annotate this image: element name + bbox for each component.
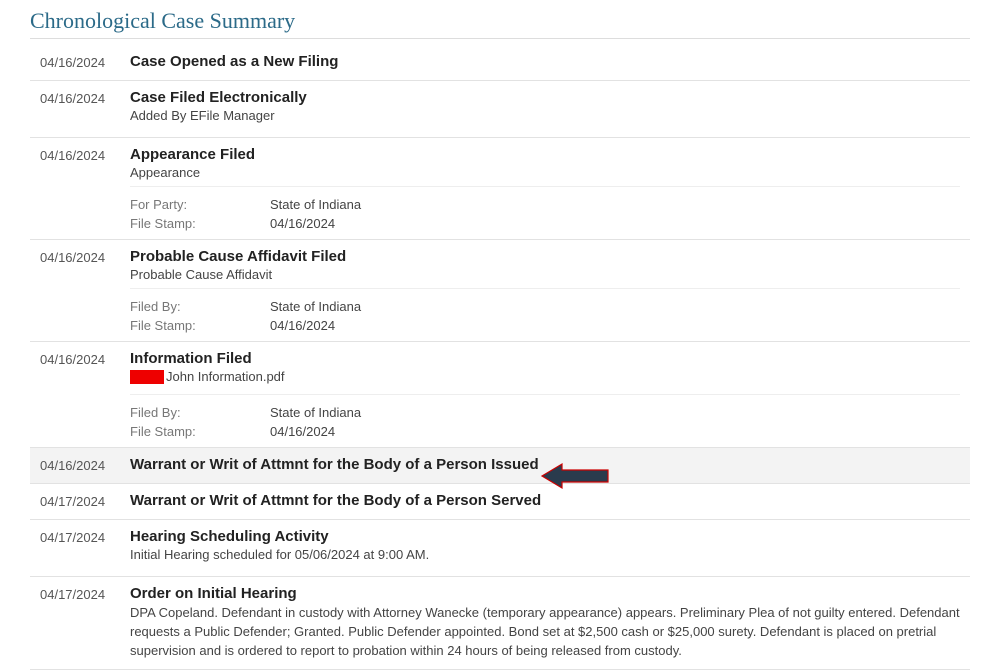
meta-value: 04/16/2024 — [270, 318, 335, 333]
entry-subtitle: Probable Cause Affidavit — [130, 267, 960, 282]
entry-file[interactable]: John Information.pdf — [130, 369, 285, 384]
entry-date: 04/16/2024 — [40, 89, 130, 129]
case-entry: 04/17/2024Order on Initial Hearing DPA Co… — [30, 577, 970, 670]
entry-meta: Filed By:State of IndianaFile Stamp:04/1… — [130, 394, 960, 439]
entry-date: 04/16/2024 — [40, 350, 130, 439]
meta-value: State of Indiana — [270, 197, 361, 212]
meta-row: File Stamp:04/16/2024 — [130, 216, 960, 231]
meta-label: For Party: — [130, 197, 270, 212]
case-entry: 04/17/2024Warrant or Writ of Attmnt for … — [30, 484, 970, 520]
entry-body: Probable Cause Affidavit Filed Probable C… — [130, 248, 970, 333]
case-entry: 04/16/2024Information Filed John Informa… — [30, 342, 970, 448]
meta-row: Filed By:State of Indiana — [130, 405, 960, 420]
file-name: John Information.pdf — [166, 369, 285, 384]
case-entry: 04/16/2024Case Opened as a New Filing — [30, 45, 970, 81]
entry-body: Information Filed John Information.pdf Fi… — [130, 350, 970, 439]
entry-body: Appearance Filed Appearance For Party:Stat… — [130, 146, 970, 231]
meta-row: For Party:State of Indiana — [130, 197, 960, 212]
entry-title: Information Filed — [130, 350, 960, 367]
entry-date: 04/16/2024 — [40, 146, 130, 231]
entry-title: Hearing Scheduling Activity — [130, 528, 960, 545]
entry-title: Case Opened as a New Filing — [130, 53, 960, 70]
meta-label: Filed By: — [130, 299, 270, 314]
entry-body: Case Filed Electronically Added By EFile … — [130, 89, 970, 129]
entry-title: Order on Initial Hearing — [130, 585, 960, 602]
entry-title: Probable Cause Affidavit Filed — [130, 248, 960, 265]
meta-value: 04/16/2024 — [270, 424, 335, 439]
annotation-arrow-icon — [540, 462, 610, 493]
meta-label: File Stamp: — [130, 424, 270, 439]
case-entry: 04/16/2024Warrant or Writ of Attmnt for … — [30, 448, 970, 484]
case-entry: 04/16/2024Appearance FiledAppearanceFor … — [30, 138, 970, 240]
entry-date: 04/17/2024 — [40, 492, 130, 511]
entry-description: DPA Copeland. Defendant in custody with … — [130, 604, 960, 661]
entry-body: Warrant or Writ of Attmnt for the Body o… — [130, 492, 970, 511]
entry-meta: Filed By:State of IndianaFile Stamp:04/1… — [130, 288, 960, 333]
meta-value: State of Indiana — [270, 405, 361, 420]
entries-list: 04/16/2024Case Opened as a New Filing04/… — [30, 45, 970, 670]
meta-row: File Stamp:04/16/2024 — [130, 318, 960, 333]
entry-body: Hearing Scheduling Activity Initial Heari… — [130, 528, 970, 568]
meta-label: Filed By: — [130, 405, 270, 420]
meta-value: 04/16/2024 — [270, 216, 335, 231]
section-title: Chronological Case Summary — [30, 8, 970, 39]
entry-subtitle: Added By EFile Manager — [130, 108, 960, 123]
entry-date: 04/17/2024 — [40, 528, 130, 568]
meta-label: File Stamp: — [130, 216, 270, 231]
entry-date: 04/17/2024 — [40, 585, 130, 661]
entry-title: Appearance Filed — [130, 146, 960, 163]
case-entry: 04/16/2024Probable Cause Affidavit Filed… — [30, 240, 970, 342]
case-entry: 04/16/2024Case Filed Electronically Added… — [30, 81, 970, 138]
meta-row: Filed By:State of Indiana — [130, 299, 960, 314]
entry-subtitle: Initial Hearing scheduled for 05/06/2024… — [130, 547, 960, 562]
entry-body: Order on Initial Hearing DPA Copeland. De… — [130, 585, 970, 661]
entry-subtitle: Appearance — [130, 165, 960, 180]
entry-date: 04/16/2024 — [40, 456, 130, 475]
meta-label: File Stamp: — [130, 318, 270, 333]
case-entry: 04/17/2024Hearing Scheduling Activity Ini… — [30, 520, 970, 577]
meta-value: State of Indiana — [270, 299, 361, 314]
meta-row: File Stamp:04/16/2024 — [130, 424, 960, 439]
entry-title: Case Filed Electronically — [130, 89, 960, 106]
entry-date: 04/16/2024 — [40, 53, 130, 72]
entry-meta: For Party:State of IndianaFile Stamp:04/… — [130, 186, 960, 231]
entry-body: Case Opened as a New Filing — [130, 53, 970, 72]
entry-title: Warrant or Writ of Attmnt for the Body o… — [130, 492, 960, 509]
entry-date: 04/16/2024 — [40, 248, 130, 333]
redaction-block — [130, 370, 164, 384]
